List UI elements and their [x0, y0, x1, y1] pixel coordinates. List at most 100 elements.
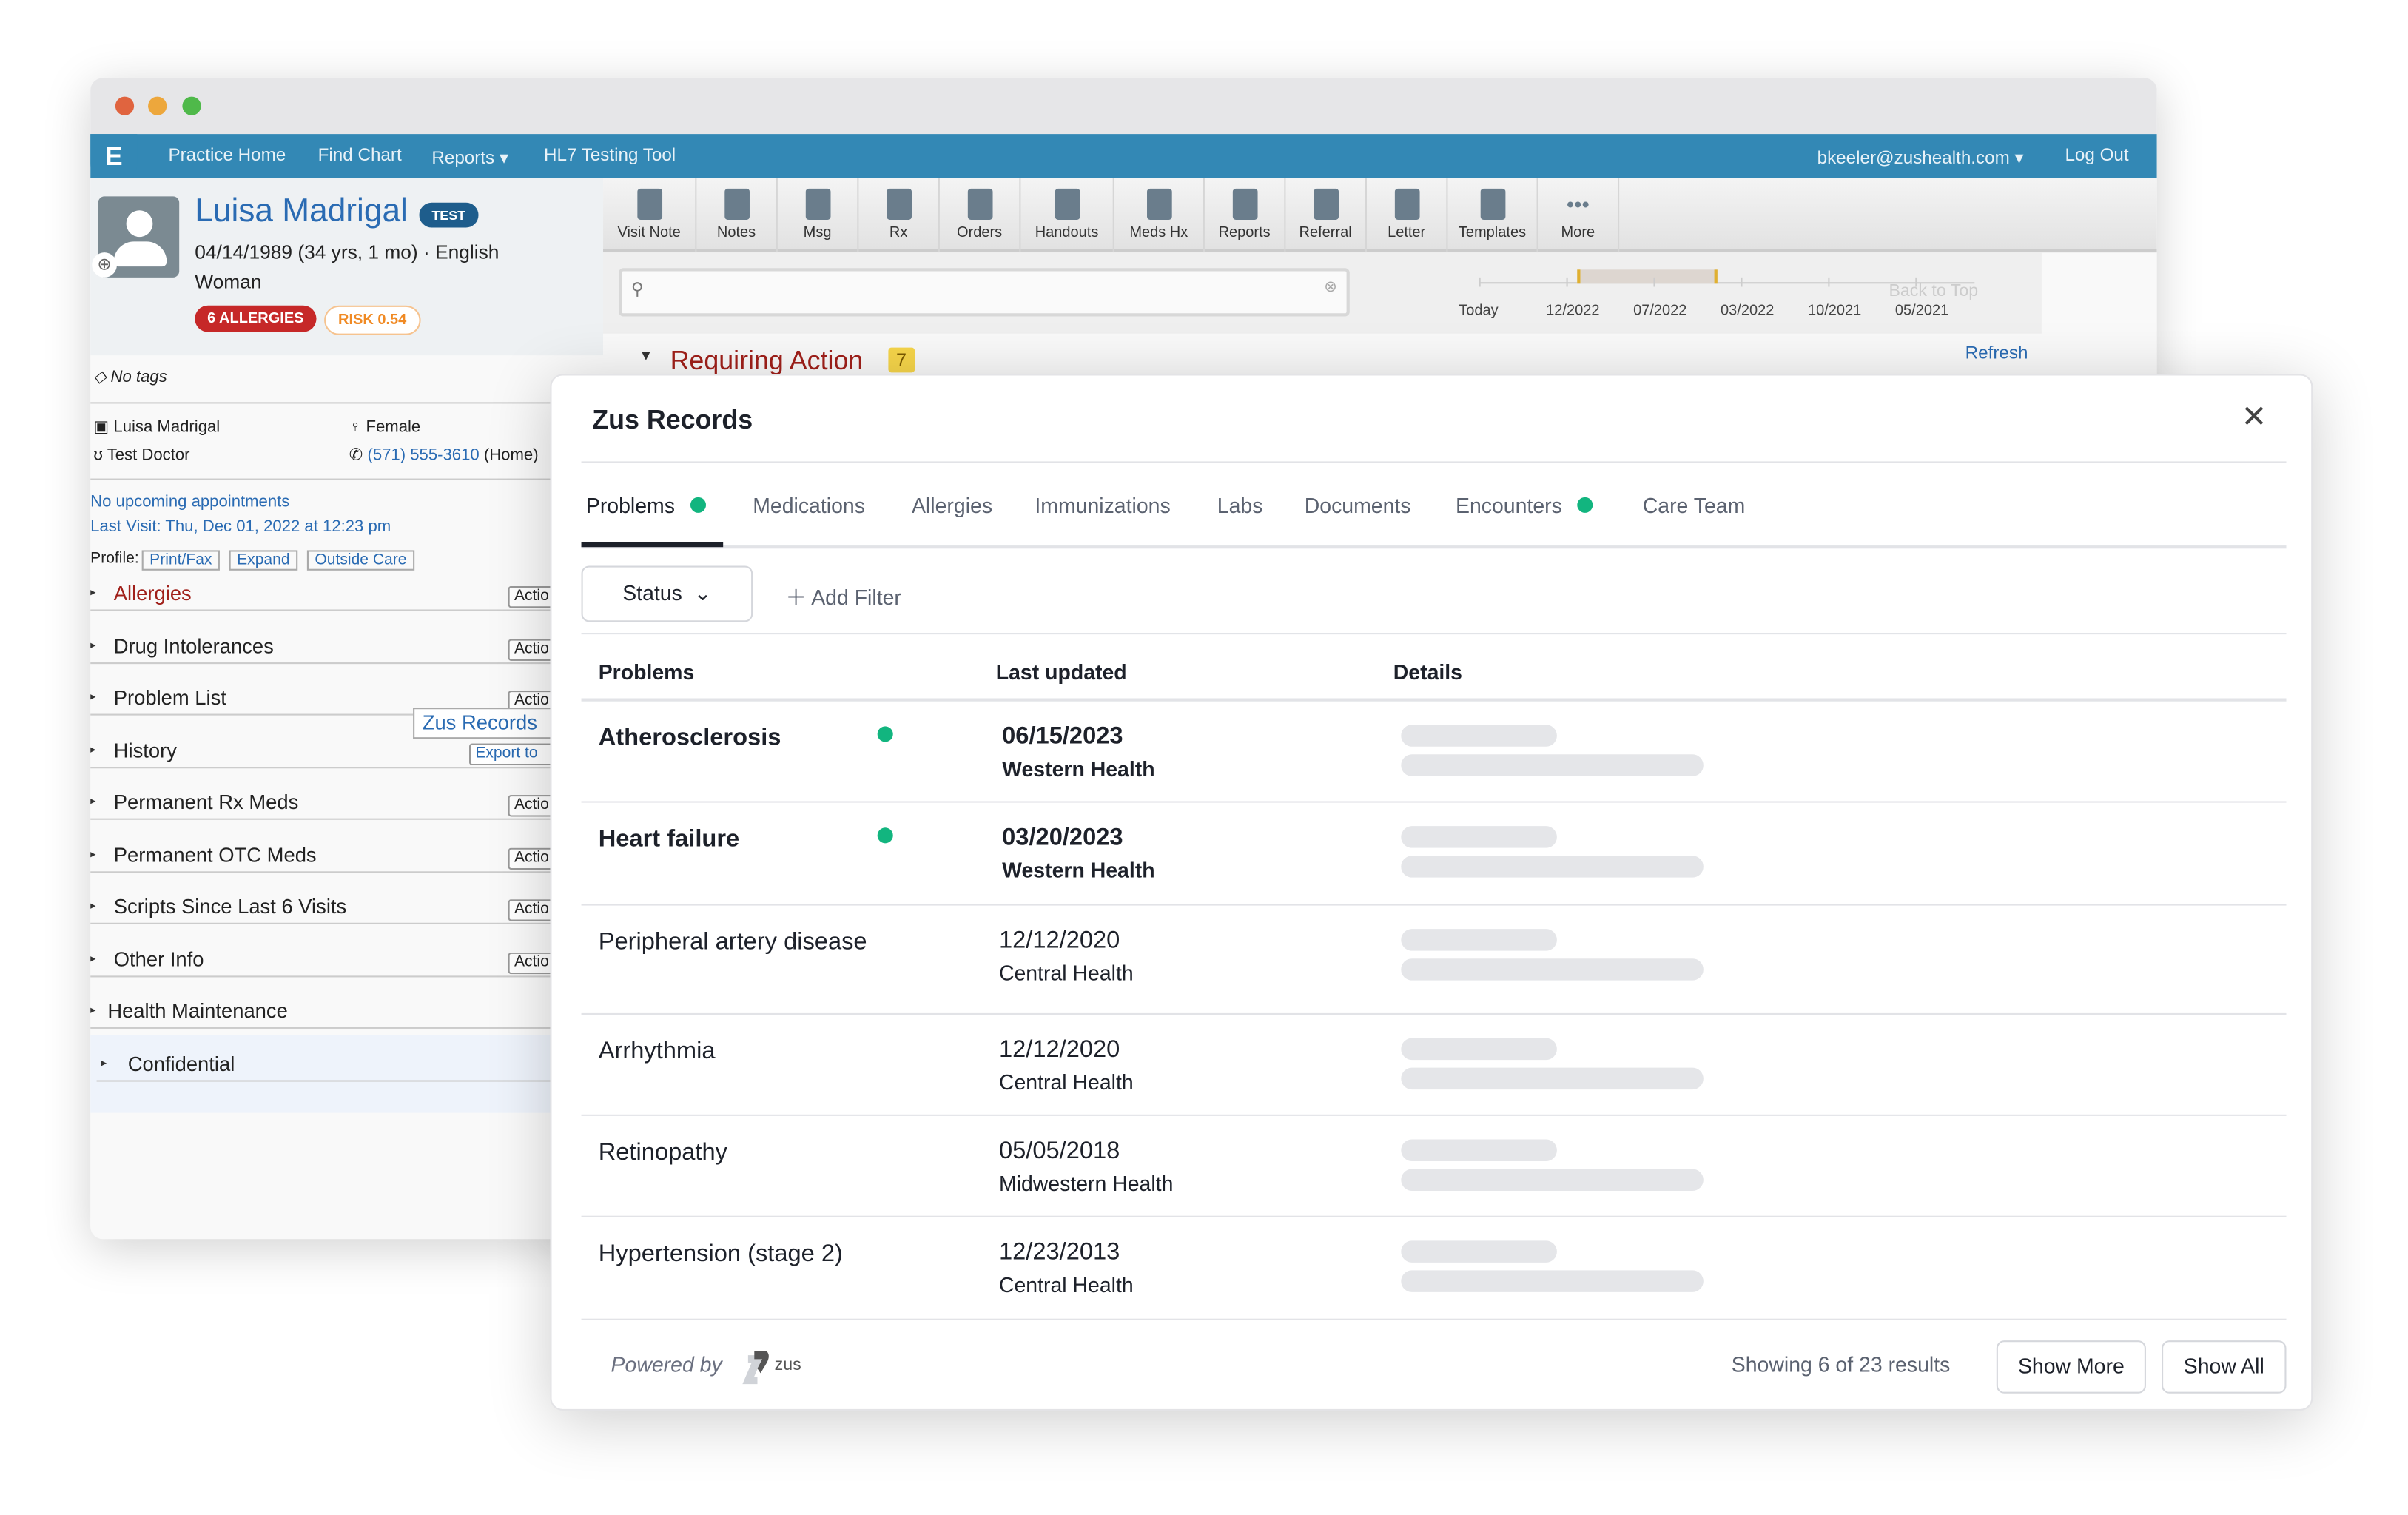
table-row[interactable]: Retinopathy 05/05/2018 Midwestern Health [581, 1116, 2287, 1217]
nav-practice-home[interactable]: Practice Home [168, 147, 286, 165]
toolbar-templates-button[interactable]: Templates [1447, 178, 1538, 253]
print-fax-button[interactable]: Print/Fax [141, 550, 220, 571]
toolbar-reports-button[interactable]: Reports [1205, 178, 1286, 253]
timeline-label[interactable]: 07/2022 [1633, 303, 1686, 320]
expand-caret-icon[interactable]: ▸ [101, 1056, 107, 1069]
expand-caret-icon[interactable]: ▸ [90, 691, 95, 703]
zus-records-button[interactable]: Zus Records [413, 708, 554, 739]
back-to-top-link[interactable]: Back to Top [1889, 282, 1978, 300]
close-icon[interactable]: ✕ [2241, 397, 2267, 437]
divider [90, 1027, 552, 1029]
tab-allergies[interactable]: Allergies [912, 494, 992, 518]
minimize-window-button[interactable] [148, 96, 167, 115]
section-action-button[interactable]: Actio [508, 847, 555, 870]
timeline-range[interactable] [1577, 269, 1718, 284]
section-action-button[interactable]: Actio [508, 899, 555, 921]
nav-find-chart[interactable]: Find Chart [318, 147, 402, 165]
toolbar-letter-button[interactable]: Letter [1367, 178, 1448, 253]
patient-name[interactable]: Luisa Madrigal [195, 193, 408, 231]
refresh-link[interactable]: Refresh [1965, 344, 2028, 363]
add-filter-button[interactable]: ＋ Add Filter [785, 580, 901, 611]
table-row[interactable]: Heart failure 03/20/2023 Western Health [581, 803, 2287, 906]
section-action-button[interactable]: Actio [508, 951, 555, 974]
section-action-button[interactable]: Actio [508, 795, 555, 817]
requiring-action-title[interactable]: Requiring Action [670, 346, 864, 377]
show-all-button[interactable]: Show All [2162, 1340, 2287, 1394]
show-more-button[interactable]: Show More [1996, 1340, 2146, 1394]
section-other-info[interactable]: Other Info [114, 947, 204, 970]
details-skeleton [1401, 1270, 1704, 1292]
toolbar-rx-button[interactable]: Rx [858, 178, 940, 253]
expand-caret-icon[interactable]: ▸ [90, 743, 95, 756]
toolbar-visit-note-button[interactable]: Visit Note [603, 178, 697, 253]
expand-caret-icon[interactable]: ▸ [90, 847, 95, 860]
toolbar-referral-button[interactable]: Referral [1285, 178, 1367, 253]
toolbar-orders-button[interactable]: Orders [940, 178, 1021, 253]
close-window-button[interactable] [115, 96, 135, 115]
tab-labs[interactable]: Labs [1217, 494, 1263, 518]
user-menu[interactable]: bkeeler@zushealth.com ▾ [1817, 147, 2024, 168]
section-history[interactable]: History [114, 738, 177, 762]
last-visit-link[interactable]: Last Visit: Thu, Dec 01, 2022 at 12:23 p… [90, 517, 391, 536]
timeline-label[interactable]: 03/2022 [1721, 303, 1774, 320]
maximize-window-button[interactable] [182, 96, 201, 115]
section-action-button[interactable]: Export to [468, 742, 555, 765]
expand-caret-icon[interactable]: ▸ [90, 1004, 95, 1016]
tab-medications[interactable]: Medications [753, 494, 865, 518]
outside-care-button[interactable]: Outside Care [306, 550, 415, 571]
nav-reports[interactable]: Reports ▾ [431, 147, 508, 168]
section-drug-intolerances[interactable]: Drug Intolerances [114, 634, 274, 657]
timeline-label[interactable]: 05/2021 [1895, 303, 1948, 320]
tab-documents[interactable]: Documents [1305, 494, 1411, 518]
timeline-label[interactable]: 12/2022 [1546, 303, 1599, 320]
section-action-button[interactable]: Actio [508, 585, 555, 608]
new-records-dot [1577, 497, 1593, 513]
logout-link[interactable]: Log Out [2065, 147, 2128, 165]
divider [90, 975, 552, 977]
appointments-link[interactable]: No upcoming appointments [90, 492, 289, 511]
tab-care-team[interactable]: Care Team [1643, 494, 1746, 518]
nav-hl7-tool[interactable]: HL7 Testing Tool [544, 147, 676, 165]
toolbar-handouts-button[interactable]: Handouts [1020, 178, 1114, 253]
expand-caret-icon[interactable]: ▸ [90, 795, 95, 807]
table-row[interactable]: Atherosclerosis 06/15/2023 Western Health [581, 702, 2287, 803]
tab-immunizations[interactable]: Immunizations [1035, 494, 1170, 518]
tab-encounters[interactable]: Encounters [1456, 494, 1593, 517]
section-action-button[interactable]: Actio [508, 638, 555, 660]
section-health-maintenance[interactable]: Health Maintenance [107, 999, 288, 1023]
tags[interactable]: ◇ No tags [93, 368, 167, 386]
title-bar [90, 78, 2157, 135]
collapse-caret-icon[interactable]: ▼ [639, 348, 653, 363]
divider [96, 1079, 552, 1081]
expand-caret-icon[interactable]: ▸ [90, 952, 95, 964]
table-row[interactable]: Hypertension (stage 2) 12/23/2013 Central … [581, 1217, 2287, 1320]
risk-badge[interactable]: RISK 0.54 [324, 305, 421, 335]
status-filter-button[interactable]: Status ⌄ [581, 565, 753, 622]
table-row[interactable]: Arrhythmia 12/12/2020 Central Health [581, 1015, 2287, 1116]
expand-button[interactable]: Expand [229, 550, 298, 571]
toolbar-notes-button[interactable]: Notes [696, 178, 778, 253]
timeline-label[interactable]: 10/2021 [1808, 303, 1861, 320]
allergies-badge[interactable]: 6 ALLERGIES [195, 305, 317, 332]
section-allergies[interactable]: Allergies [114, 582, 192, 605]
section-permanent-otc-meds[interactable]: Permanent OTC Meds [114, 842, 317, 866]
toolbar-meds-hx-button[interactable]: Meds Hx [1114, 178, 1205, 253]
expand-caret-icon[interactable]: ▸ [90, 899, 95, 912]
last-updated-date: 12/12/2020 [998, 1036, 1120, 1064]
section-problem-list[interactable]: Problem List [114, 686, 226, 710]
timeline-label[interactable]: Today [1459, 303, 1498, 320]
visit-note-icon [636, 188, 662, 220]
toolbar-msg-button[interactable]: Msg [778, 178, 859, 253]
expand-caret-icon[interactable]: ▸ [90, 638, 95, 651]
table-row[interactable]: Peripheral artery disease 12/12/2020 Centr… [581, 906, 2287, 1015]
section-permanent-rx-meds[interactable]: Permanent Rx Meds [114, 790, 299, 814]
section-confidential[interactable]: Confidential [128, 1051, 235, 1075]
section-scripts-since-last-6-visits[interactable]: Scripts Since Last 6 Visits [114, 895, 346, 918]
chart-search-input[interactable]: ⚲ ⊗ [619, 268, 1350, 317]
phone-link[interactable]: (571) 555-3610 [367, 446, 479, 464]
toolbar-more-button[interactable]: ••• More [1538, 178, 1620, 253]
clear-icon[interactable]: ⊗ [1324, 279, 1337, 296]
patient-header: ⊕ Luisa Madrigal TEST 04/14/1989 (34 yrs… [90, 178, 604, 356]
tab-problems[interactable]: Problems [586, 494, 706, 517]
expand-caret-icon[interactable]: ▸ [90, 586, 95, 599]
